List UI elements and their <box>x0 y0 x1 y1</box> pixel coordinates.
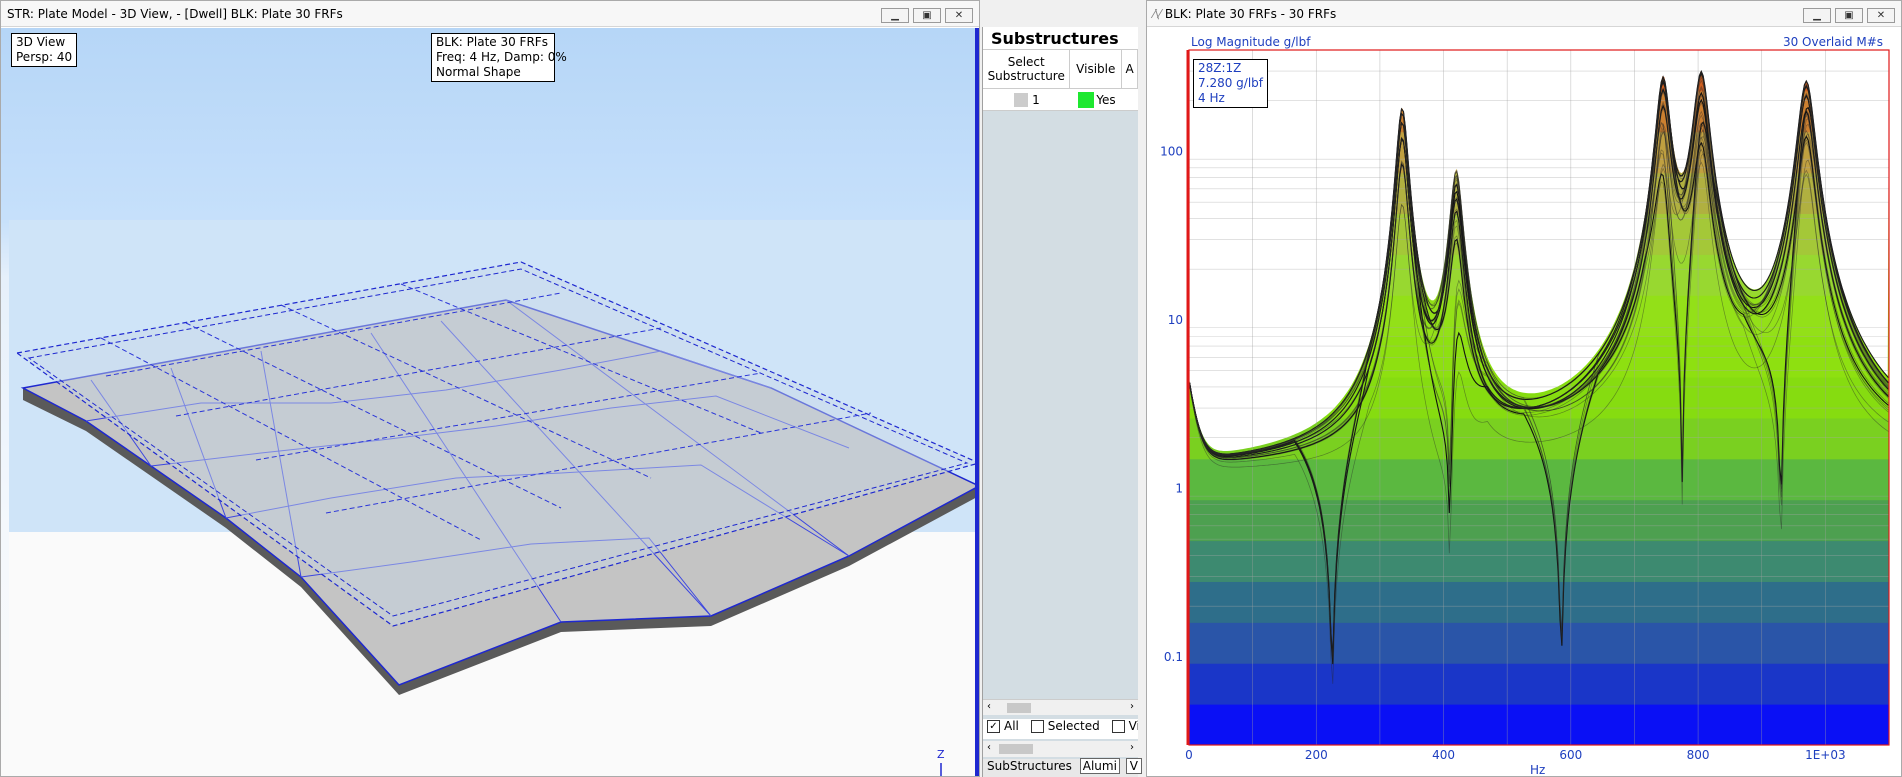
shape-type-label: Normal Shape <box>436 65 521 79</box>
visible-color-swatch <box>1078 91 1095 108</box>
filter-selected-checkbox[interactable] <box>1030 720 1044 733</box>
structure-3d-view[interactable]: 3D View Persp: 40 BLK: Plate 30 FRFs Fre… <box>1 28 979 776</box>
cursor-readout: 28Z:1Z 7.280 g/lbf 4 Hz <box>1193 59 1269 108</box>
tab-alumi[interactable]: Alumi <box>1079 758 1120 774</box>
substructures-filters: ✓ All Selected Vis <box>983 719 1138 739</box>
frf-close-button[interactable]: ✕ <box>1867 8 1895 23</box>
filter-all-label: All <box>1004 719 1019 733</box>
plate-model-svg: Z X Y <box>15 261 979 776</box>
filter-visible-checkbox[interactable] <box>1111 720 1125 733</box>
x-tick-label: 800 <box>1687 748 1710 762</box>
frf-minimize-button[interactable]: ▁ <box>1803 8 1831 23</box>
substructures-title: Substructures <box>983 27 1138 49</box>
frf-maximize-button[interactable]: ▣ <box>1835 8 1863 23</box>
cursor-dof: 28Z:1Z <box>1198 61 1242 75</box>
substructures-bottom-bar: SubStructures Alumi V <box>983 758 1142 777</box>
cursor-freq: 4 Hz <box>1198 91 1225 105</box>
color-band <box>1189 663 1889 705</box>
substructure-number: 1 <box>1032 92 1040 107</box>
shape-freq-label: Freq: 4 Hz, Damp: 0% <box>436 50 567 64</box>
x-tick-label: 400 <box>1432 748 1455 762</box>
graph-window-icon: ⁄\⁄ <box>1153 7 1162 21</box>
x-tick-label: 1E+03 <box>1805 748 1846 762</box>
color-band <box>1189 581 1889 623</box>
cursor-value: 7.280 g/lbf <box>1198 76 1264 90</box>
shape-info-box: BLK: Plate 30 FRFs Freq: 4 Hz, Damp: 0% … <box>431 33 567 82</box>
scroll-thumb[interactable] <box>1007 703 1031 713</box>
header-select-substructure[interactable]: Select Substructure <box>983 50 1071 88</box>
color-band <box>1189 704 1889 746</box>
frf-plot-area[interactable]: Log Magnitude g/lbf 30 Overlaid M#s 100 1… <box>1147 28 1901 776</box>
tab-v[interactable]: V <box>1125 758 1142 774</box>
substructures-bottom-label: SubStructures <box>987 759 1072 773</box>
substructures-hscroll-2[interactable]: ‹ › <box>983 741 1138 757</box>
x-axis-title: Hz <box>1530 763 1546 777</box>
minimize-button[interactable]: ▁ <box>881 8 909 23</box>
frf-window: ⁄\⁄ BLK: Plate 30 FRFs - 30 FRFs ▁ ▣ ✕ L… <box>1146 0 1902 777</box>
header-extra[interactable]: A <box>1122 50 1139 88</box>
substructures-hscroll[interactable]: ‹ › <box>983 699 1138 715</box>
axis-triad: Z X Y <box>937 748 945 776</box>
frf-chart-svg[interactable]: 100 10 1 0.1 0 200 400 600 800 1E+03 <box>1147 28 1901 776</box>
scroll-left-icon[interactable]: ‹ <box>987 701 991 712</box>
filter-visible-label: Vis <box>1128 719 1138 733</box>
maximize-button[interactable]: ▣ <box>913 8 941 23</box>
substructure-select-cell[interactable]: 1 <box>983 92 1071 107</box>
substructure-visible-cell[interactable]: Yes <box>1071 91 1123 108</box>
scroll2-left-icon[interactable]: ‹ <box>987 742 991 753</box>
x-tick-label: 600 <box>1559 748 1582 762</box>
substructures-panel: Substructures Select Substructure Visibl… <box>982 27 1142 777</box>
scroll2-right-icon[interactable]: › <box>1130 742 1134 753</box>
color-band <box>1189 458 1889 501</box>
axis-z-label: Z <box>937 748 945 761</box>
shape-source-label: BLK: Plate 30 FRFs <box>436 35 548 49</box>
structure-window-title: STR: Plate Model - 3D View, - [Dwell] BL… <box>7 7 343 21</box>
substructure-visible-value: Yes <box>1096 92 1116 107</box>
y-tick-label: 0.1 <box>1164 650 1183 664</box>
perspective-label: Persp: 40 <box>16 50 73 64</box>
filter-all-checkbox[interactable]: ✓ <box>987 720 1000 733</box>
view-info-box: 3D View Persp: 40 <box>11 33 78 67</box>
frf-window-title-text: BLK: Plate 30 FRFs - 30 FRFs <box>1164 7 1337 21</box>
color-band <box>1189 499 1889 542</box>
y-tick-label: 10 <box>1168 313 1183 327</box>
view-right-border <box>975 28 979 776</box>
substructure-color-swatch <box>1014 92 1029 107</box>
color-band <box>1189 622 1889 664</box>
y-tick-label: 100 <box>1160 144 1183 158</box>
close-button[interactable]: ✕ <box>945 8 973 23</box>
y-tick-label: 1 <box>1175 481 1183 495</box>
substructures-header-row: Select Substructure Visible A <box>983 49 1139 89</box>
x-tick-label: 0 <box>1185 748 1193 762</box>
filter-selected-label: Selected <box>1047 719 1100 733</box>
scroll-right-icon[interactable]: › <box>1130 701 1134 712</box>
x-tick-label: 200 <box>1305 748 1328 762</box>
scroll2-thumb[interactable] <box>999 744 1033 754</box>
frf-window-title: ⁄\⁄ BLK: Plate 30 FRFs - 30 FRFs <box>1153 7 1336 21</box>
structure-window-titlebar[interactable]: STR: Plate Model - 3D View, - [Dwell] BL… <box>1 1 979 27</box>
frf-window-titlebar[interactable]: ⁄\⁄ BLK: Plate 30 FRFs - 30 FRFs ▁ ▣ ✕ <box>1147 1 1901 27</box>
view-type-label: 3D View <box>16 35 66 49</box>
structure-window: STR: Plate Model - 3D View, - [Dwell] BL… <box>0 0 980 777</box>
substructure-row[interactable]: 1 Yes <box>983 89 1138 111</box>
color-band <box>1189 540 1889 582</box>
header-visible[interactable]: Visible <box>1070 50 1123 88</box>
